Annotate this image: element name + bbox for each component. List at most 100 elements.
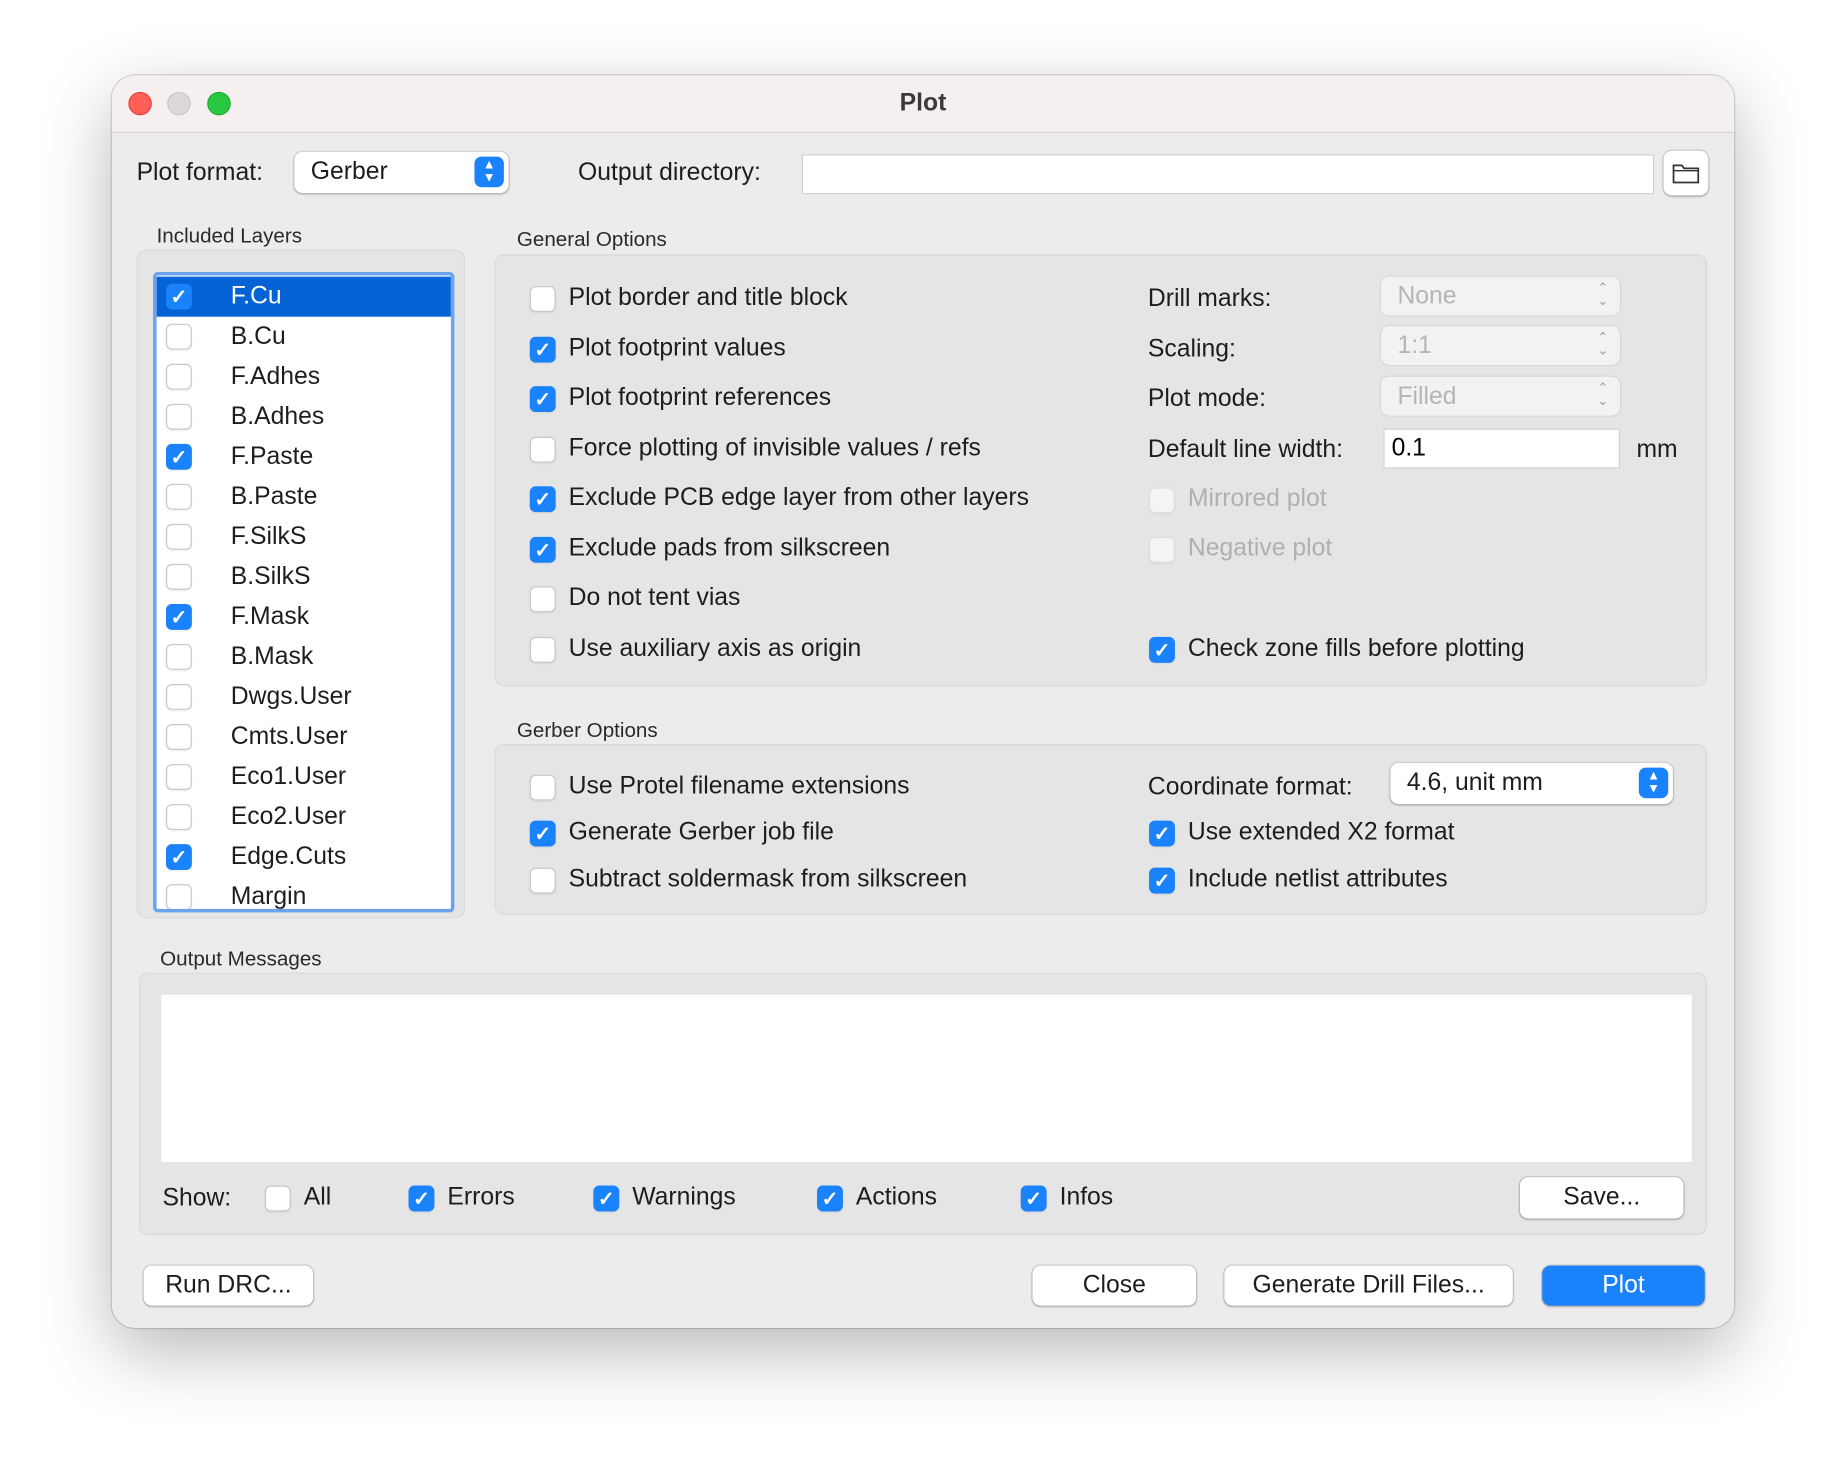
checkmark-icon[interactable]: ✓ xyxy=(529,820,556,847)
general-option-checkbox-label: Use auxiliary axis as origin xyxy=(568,633,862,662)
mirrored-plot-label: Mirrored plot xyxy=(1187,485,1327,513)
checkbox-box[interactable] xyxy=(165,363,192,390)
layer-name: F.Mask xyxy=(230,602,310,630)
checkmark-icon[interactable]: ✓ xyxy=(1149,867,1175,894)
coordinate-format-select[interactable]: 4.6, unit mm ▲ ▼ xyxy=(1390,762,1673,805)
layer-item[interactable]: ✓ F.Mask xyxy=(157,597,451,637)
layer-name: F.Cu xyxy=(230,282,282,310)
layer-name: Cmts.User xyxy=(230,722,348,750)
layer-name: Dwgs.User xyxy=(230,682,352,710)
checkbox-box[interactable] xyxy=(165,884,192,909)
checkbox-box[interactable] xyxy=(529,286,556,312)
line-width-input[interactable] xyxy=(1383,428,1620,469)
plot-format-select[interactable]: Gerber ▲ ▼ xyxy=(294,151,509,194)
scaling-select[interactable]: 1:1 ⌃ ⌄ xyxy=(1380,326,1620,365)
checkmark-icon[interactable]: ✓ xyxy=(817,1185,843,1212)
checkbox-box[interactable] xyxy=(165,563,192,590)
layer-item[interactable]: B.Paste xyxy=(157,477,451,517)
checkbox-box[interactable] xyxy=(529,636,556,663)
general-option-checkbox-label: Exclude PCB edge layer from other layers xyxy=(568,483,1029,511)
output-directory-input[interactable] xyxy=(801,154,1655,195)
checkbox-box[interactable] xyxy=(264,1185,291,1212)
plot-mode-select[interactable]: Filled ⌃ ⌄ xyxy=(1380,376,1620,416)
general-option-checkbox-label: Plot footprint references xyxy=(568,383,832,411)
checkbox-box[interactable] xyxy=(165,483,192,510)
layer-item[interactable]: ✓ Edge.Cuts xyxy=(157,837,451,877)
layer-item[interactable]: B.SilkS xyxy=(157,557,451,597)
run-drc-button[interactable]: Run DRC... xyxy=(143,1265,314,1306)
checkmark-icon[interactable]: ✓ xyxy=(529,336,556,363)
layer-name: Eco1.User xyxy=(230,762,347,790)
checkmark-icon[interactable]: ✓ xyxy=(1020,1185,1047,1212)
browse-directory-button[interactable] xyxy=(1663,150,1709,196)
checkmark-icon[interactable]: ✓ xyxy=(165,603,192,630)
window-title: Plot xyxy=(899,89,947,117)
checkbox-box[interactable] xyxy=(529,436,556,463)
checkbox-box[interactable] xyxy=(165,684,192,710)
layer-item[interactable]: F.SilkS xyxy=(157,517,451,557)
checkbox-box[interactable] xyxy=(165,764,192,790)
checkbox-box[interactable] xyxy=(529,586,556,613)
filter-warnings-checkbox-label: Warnings xyxy=(632,1183,736,1211)
check-zone-fills-label: Check zone fills before plotting xyxy=(1187,634,1525,662)
checkmark-icon[interactable]: ✓ xyxy=(1149,636,1175,663)
checkmark-icon[interactable]: ✓ xyxy=(165,844,192,871)
plot-mode-label: Plot mode: xyxy=(1147,384,1267,413)
folder-icon xyxy=(1672,164,1700,184)
plot-mode-value: Filled xyxy=(1397,382,1457,410)
checkbox-box[interactable] xyxy=(1149,487,1175,514)
generate-drill-files-button[interactable]: Generate Drill Files... xyxy=(1224,1265,1513,1306)
layer-name: F.SilkS xyxy=(230,522,307,550)
plot-format-value: Gerber xyxy=(310,157,388,185)
layer-item[interactable]: B.Mask xyxy=(157,637,451,677)
stepper-chevrons-icon: ⌃ ⌄ xyxy=(1597,381,1609,409)
close-button[interactable]: Close xyxy=(1032,1265,1197,1306)
checkbox-box[interactable] xyxy=(1149,536,1175,563)
layer-item[interactable]: F.Adhes xyxy=(157,357,451,397)
checkmark-icon[interactable]: ✓ xyxy=(529,486,556,513)
scaling-value: 1:1 xyxy=(1397,331,1432,360)
checkmark-icon[interactable]: ✓ xyxy=(593,1185,620,1212)
checkbox-box[interactable] xyxy=(165,323,192,350)
extended-x2-label: Use extended X2 format xyxy=(1187,818,1455,846)
layer-item[interactable]: Eco1.User xyxy=(157,757,451,797)
layer-item[interactable]: Eco2.User xyxy=(157,797,451,837)
layer-item[interactable]: B.Cu xyxy=(157,317,451,357)
plot-button[interactable]: Plot xyxy=(1542,1265,1705,1306)
general-options-label: General Options xyxy=(516,227,667,251)
stepper-chevrons-icon: ⌃ ⌄ xyxy=(1597,281,1609,309)
checkbox-box[interactable] xyxy=(529,774,556,801)
layer-name: B.Mask xyxy=(230,642,314,670)
layer-item[interactable]: B.Adhes xyxy=(157,397,451,437)
layer-name: B.Adhes xyxy=(230,402,325,430)
checkmark-icon[interactable]: ✓ xyxy=(165,443,192,470)
save-messages-button[interactable]: Save... xyxy=(1519,1177,1684,1219)
layer-item[interactable]: ✓ F.Paste xyxy=(157,437,451,477)
layer-item[interactable]: ✓ F.Cu xyxy=(156,276,451,317)
layer-item[interactable]: Dwgs.User xyxy=(157,677,451,717)
drill-marks-select[interactable]: None ⌃ ⌄ xyxy=(1380,276,1620,316)
layer-name: B.SilkS xyxy=(230,562,311,590)
general-option-checkbox-label: Exclude pads from silkscreen xyxy=(568,533,891,561)
checkmark-icon[interactable]: ✓ xyxy=(529,386,556,413)
checkbox-box[interactable] xyxy=(165,403,192,430)
checkmark-icon[interactable]: ✓ xyxy=(529,536,556,563)
checkbox-box[interactable] xyxy=(165,804,192,830)
line-width-unit: mm xyxy=(1636,435,1678,463)
checkmark-icon[interactable]: ✓ xyxy=(165,283,192,310)
filter-all-checkbox-label: All xyxy=(303,1183,332,1211)
output-messages-area[interactable] xyxy=(161,994,1692,1162)
layer-item[interactable]: Margin xyxy=(157,877,451,909)
stepper-chevrons-icon: ⌃ ⌄ xyxy=(1597,330,1609,358)
show-label: Show: xyxy=(162,1184,232,1212)
checkbox-box[interactable] xyxy=(529,867,556,894)
checkmark-icon[interactable]: ✓ xyxy=(408,1185,435,1212)
layer-name: F.Adhes xyxy=(230,362,321,390)
checkbox-box[interactable] xyxy=(165,643,192,670)
checkmark-icon[interactable]: ✓ xyxy=(1149,820,1175,847)
layers-list[interactable]: ✓ F.Cu B.Cu F.Adhes B.Adhes ✓ F.Paste B.Paste F.… xyxy=(153,271,455,913)
layer-item[interactable]: Cmts.User xyxy=(157,717,451,757)
checkbox-box[interactable] xyxy=(165,523,192,550)
checkbox-box[interactable] xyxy=(165,724,192,750)
general-option-checkbox-label: Plot footprint values xyxy=(568,333,786,361)
